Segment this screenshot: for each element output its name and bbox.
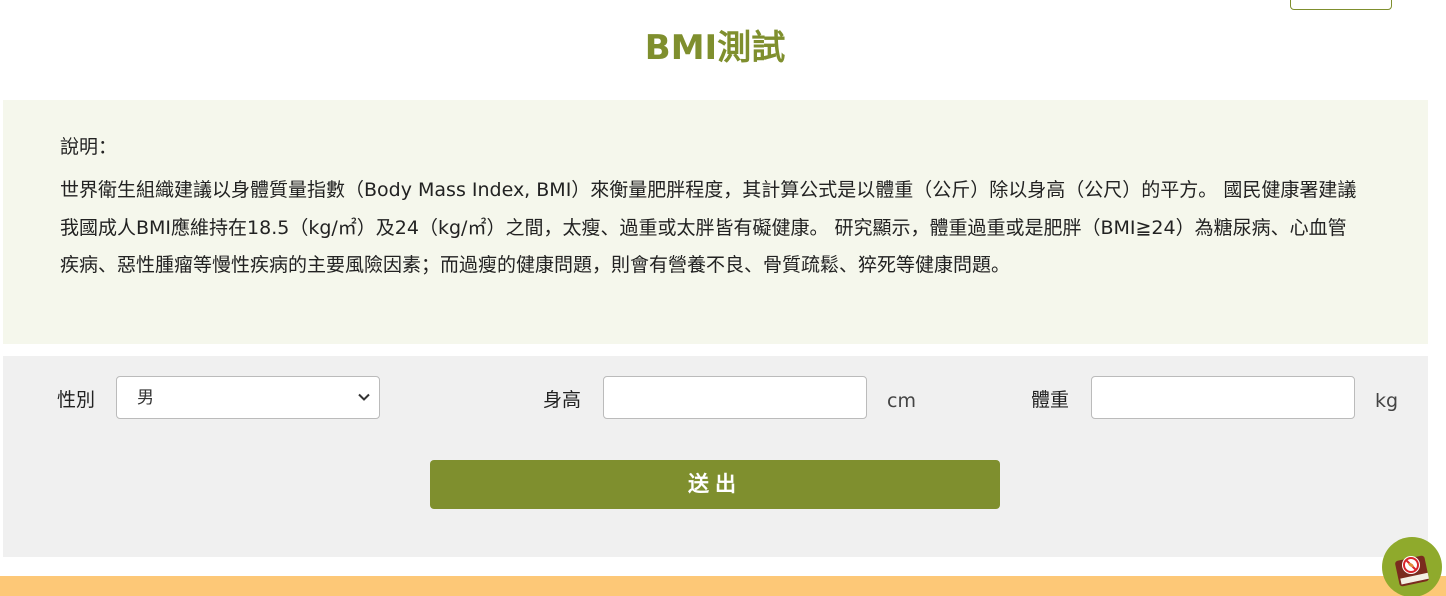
weight-input[interactable] bbox=[1091, 376, 1355, 419]
weight-label: 體重 bbox=[1031, 389, 1070, 411]
description-label: 說明： bbox=[60, 136, 118, 158]
height-unit: cm bbox=[887, 390, 916, 412]
height-label: 身高 bbox=[543, 389, 582, 411]
gender-selected-value: 男 bbox=[137, 388, 154, 408]
bmi-form: 性別 男 身高 cm 體重 kg 送出 bbox=[3, 356, 1428, 557]
submit-button[interactable]: 送出 bbox=[430, 460, 1000, 509]
description-text: 世界衛生組織建議以身體質量指數（Body Mass Index, BMI）來衡量… bbox=[60, 179, 1357, 276]
gender-select[interactable]: 男 bbox=[116, 376, 380, 419]
height-input[interactable] bbox=[603, 376, 867, 419]
gender-label: 性別 bbox=[57, 389, 96, 411]
book-badge-icon[interactable] bbox=[1381, 536, 1443, 596]
footer-bar bbox=[0, 576, 1446, 596]
weight-unit: kg bbox=[1375, 390, 1399, 412]
top-link-button[interactable] bbox=[1290, 0, 1392, 10]
description-panel: 說明： 世界衛生組織建議以身體質量指數（Body Mass Index, BMI… bbox=[3, 100, 1428, 344]
chevron-down-icon bbox=[358, 393, 370, 401]
page-title: BMI測試 bbox=[644, 28, 786, 68]
